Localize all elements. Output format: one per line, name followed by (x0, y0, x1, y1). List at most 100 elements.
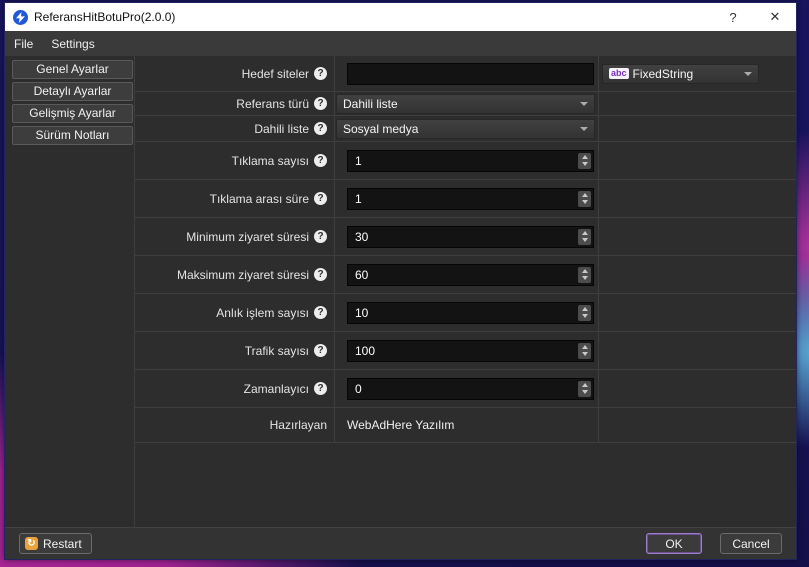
tiklama-arasi-sure-spinner[interactable]: 1 (347, 188, 594, 210)
restart-icon: ↻ (25, 537, 38, 550)
anlik-islem-sayisi-spinner[interactable]: 10 (347, 302, 594, 324)
row-control-cell: 10 (335, 294, 599, 331)
tiklama-sayisi-spinner[interactable]: 1 (347, 150, 594, 172)
spinner-value: 0 (348, 382, 362, 396)
field-label: Maksimum ziyaret süresi (177, 268, 309, 282)
spin-up-button[interactable] (582, 231, 588, 235)
chevron-down-icon (580, 127, 588, 131)
dropdown-selected: Dahili liste (343, 97, 398, 111)
spin-down-button[interactable] (582, 276, 588, 280)
spinner-value: 30 (348, 230, 368, 244)
menu-file[interactable]: File (5, 31, 42, 56)
row-control-cell: 60 (335, 256, 599, 293)
sidebar-item-genel-ayarlar[interactable]: Genel Ayarlar (12, 60, 133, 79)
spinner-buttons (578, 343, 591, 359)
row-label-cell: Hazırlayan (135, 408, 335, 442)
row-control-cell: 0 (335, 370, 599, 407)
field-label: Trafik sayısı (245, 344, 309, 358)
row-control-cell: 100 (335, 332, 599, 369)
spinner-buttons (578, 191, 591, 207)
menu-settings[interactable]: Settings (42, 31, 103, 56)
cancel-button[interactable]: Cancel (720, 533, 782, 554)
spin-up-button[interactable] (582, 307, 588, 311)
field-label: Zamanlayıcı (244, 382, 309, 396)
form-row-dahili-liste: Dahili liste ? Sosyal medya (135, 116, 796, 142)
spinner-buttons (578, 267, 591, 283)
window-title: ReferansHitBotuPro(2.0.0) (34, 10, 175, 24)
close-button[interactable]: ✕ (754, 3, 796, 31)
row-control-cell: 1 (335, 142, 599, 179)
field-label: Anlık işlem sayısı (216, 306, 309, 320)
sidebar-item-detayli-ayarlar[interactable]: Detaylı Ayarlar (12, 82, 133, 101)
row-label-cell: Minimum ziyaret süresi ? (135, 218, 335, 255)
row-label-cell: Trafik sayısı ? (135, 332, 335, 369)
help-icon[interactable]: ? (314, 192, 327, 205)
spin-up-button[interactable] (582, 383, 588, 387)
title-bar: ReferansHitBotuPro(2.0.0) ? ✕ (5, 3, 796, 31)
row-control-cell: Dahili liste (335, 92, 599, 115)
help-icon[interactable]: ? (314, 306, 327, 319)
window-body: Genel Ayarlar Detaylı Ayarlar Gelişmiş A… (5, 56, 796, 527)
spinner-value: 1 (348, 192, 362, 206)
spin-up-button[interactable] (582, 345, 588, 349)
row-control-cell (335, 56, 599, 91)
hazirlayan-value: WebAdHere Yazılım (347, 418, 454, 432)
trafik-sayisi-spinner[interactable]: 100 (347, 340, 594, 362)
spin-down-button[interactable] (582, 162, 588, 166)
spin-up-button[interactable] (582, 269, 588, 273)
sidebar-item-surum-notlari[interactable]: Sürüm Notları (12, 126, 133, 145)
spin-down-button[interactable] (582, 238, 588, 242)
spinner-buttons (578, 381, 591, 397)
row-control-cell: WebAdHere Yazılım (335, 408, 599, 442)
row-label-cell: Maksimum ziyaret süresi ? (135, 256, 335, 293)
chevron-down-icon (744, 72, 752, 76)
abc-string-icon: abc (609, 68, 629, 79)
help-icon[interactable]: ? (314, 230, 327, 243)
help-icon[interactable]: ? (314, 154, 327, 167)
help-icon[interactable]: ? (314, 122, 327, 135)
help-icon[interactable]: ? (314, 382, 327, 395)
field-label: Dahili liste (254, 122, 309, 136)
form-row-tiklama-sayisi: Tıklama sayısı ? 1 (135, 142, 796, 180)
ok-button[interactable]: OK (646, 533, 702, 554)
form-row-tiklama-arasi-sure: Tıklama arası süre ? 1 (135, 180, 796, 218)
row-label-cell: Anlık işlem sayısı ? (135, 294, 335, 331)
sidebar: Genel Ayarlar Detaylı Ayarlar Gelişmiş A… (5, 56, 135, 527)
dahili-liste-dropdown[interactable]: Sosyal medya (336, 119, 595, 139)
restart-label: Restart (43, 537, 82, 551)
field-label: Referans türü (236, 97, 309, 111)
row-control-cell: 30 (335, 218, 599, 255)
spin-down-button[interactable] (582, 200, 588, 204)
form-row-trafik-sayisi: Trafik sayısı ? 100 (135, 332, 796, 370)
form-row-hedef-siteler: Hedef siteler ? abc FixedString (135, 56, 796, 92)
form-row-referans-turu: Referans türü ? Dahili liste (135, 92, 796, 116)
restart-button[interactable]: ↻ Restart (19, 533, 92, 554)
sidebar-item-gelismis-ayarlar[interactable]: Gelişmiş Ayarlar (12, 104, 133, 123)
spinner-buttons (578, 305, 591, 321)
value-type-selected: FixedString (633, 67, 694, 81)
spin-down-button[interactable] (582, 352, 588, 356)
row-extra-cell: abc FixedString (599, 56, 796, 91)
minimum-ziyaret-suresi-spinner[interactable]: 30 (347, 226, 594, 248)
row-label-cell: Tıklama arası süre ? (135, 180, 335, 217)
zamanlayici-spinner[interactable]: 0 (347, 378, 594, 400)
spin-down-button[interactable] (582, 390, 588, 394)
value-type-dropdown[interactable]: abc FixedString (602, 64, 759, 84)
spin-up-button[interactable] (582, 155, 588, 159)
spinner-value: 100 (348, 344, 375, 358)
field-label: Hedef siteler (242, 67, 309, 81)
spin-up-button[interactable] (582, 193, 588, 197)
hedef-siteler-input[interactable] (347, 63, 594, 85)
form-row-minimum-ziyaret-suresi: Minimum ziyaret süresi ? 30 (135, 218, 796, 256)
row-label-cell: Zamanlayıcı ? (135, 370, 335, 407)
referans-turu-dropdown[interactable]: Dahili liste (336, 94, 595, 114)
field-label: Hazırlayan (270, 418, 327, 432)
help-icon[interactable]: ? (314, 97, 327, 110)
spin-down-button[interactable] (582, 314, 588, 318)
help-icon[interactable]: ? (314, 268, 327, 281)
help-icon[interactable]: ? (314, 344, 327, 357)
help-button[interactable]: ? (712, 3, 754, 31)
help-icon[interactable]: ? (314, 67, 327, 80)
maksimum-ziyaret-suresi-spinner[interactable]: 60 (347, 264, 594, 286)
form-row-hazirlayan: Hazırlayan WebAdHere Yazılım (135, 408, 796, 443)
